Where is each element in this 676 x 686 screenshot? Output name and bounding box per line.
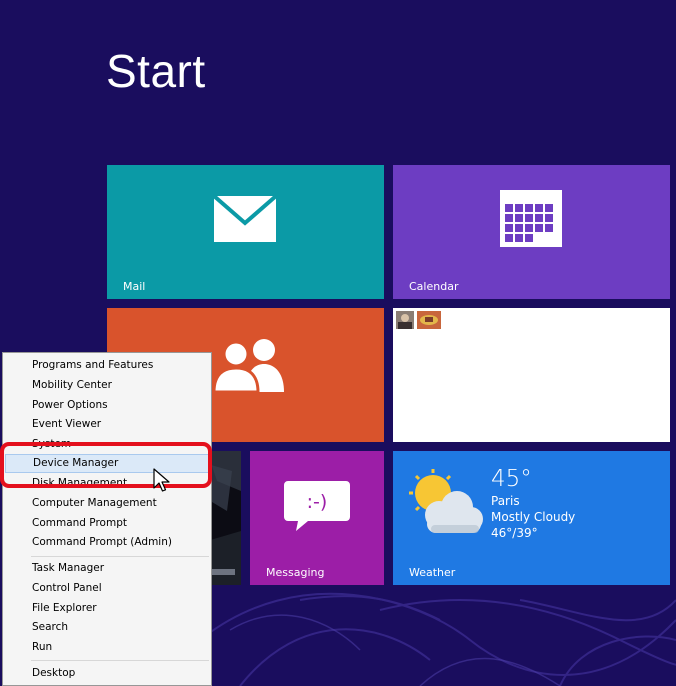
weather-city: Paris: [491, 494, 520, 508]
winx-context-menu: Programs and Features Mobility Center Po…: [2, 352, 212, 686]
menu-separator: [31, 660, 209, 661]
menu-item-event-viewer[interactable]: Event Viewer: [5, 415, 210, 434]
menu-item-search[interactable]: Search: [5, 618, 210, 637]
weather-condition: Mostly Cloudy: [491, 510, 576, 524]
start-title: Start: [106, 45, 206, 97]
mail-tile-label: Mail: [123, 280, 146, 293]
mail-tile[interactable]: Mail: [107, 165, 384, 299]
calendar-tile[interactable]: Calendar: [393, 165, 670, 299]
messaging-tile-label: Messaging: [266, 566, 325, 579]
menu-item-programs-and-features[interactable]: Programs and Features: [5, 356, 210, 375]
people-icon: [212, 339, 284, 392]
menu-item-run[interactable]: Run: [5, 638, 210, 657]
weather-tile-label: Weather: [409, 566, 456, 579]
menu-item-task-manager[interactable]: Task Manager: [5, 559, 210, 578]
weather-tile[interactable]: 45° Paris Mostly Cloudy 46°/39° Weather: [393, 451, 670, 585]
menu-item-command-prompt-admin[interactable]: Command Prompt (Admin): [5, 533, 210, 552]
calendar-icon: [500, 190, 562, 247]
menu-item-desktop[interactable]: Desktop: [5, 664, 210, 683]
menu-item-power-options[interactable]: Power Options: [5, 396, 210, 415]
menu-item-mobility-center[interactable]: Mobility Center: [5, 376, 210, 395]
weather-info: 45° Paris Mostly Cloudy 46°/39°: [491, 465, 575, 541]
photos-tile[interactable]: [393, 308, 670, 442]
partly-cloudy-icon: [409, 469, 483, 533]
calendar-tile-label: Calendar: [409, 280, 459, 293]
menu-item-command-prompt[interactable]: Command Prompt: [5, 514, 210, 533]
avatar: [417, 311, 441, 329]
menu-item-control-panel[interactable]: Control Panel: [5, 579, 210, 598]
avatar: [396, 311, 414, 329]
weather-range: 46°/39°: [491, 526, 538, 540]
highlight-annotation: [0, 442, 212, 488]
menu-item-file-explorer[interactable]: File Explorer: [5, 599, 210, 618]
svg-text::-): :-): [307, 491, 328, 513]
mail-icon: [213, 195, 277, 242]
menu-item-computer-management[interactable]: Computer Management: [5, 494, 210, 513]
weather-temperature: 45°: [491, 466, 532, 492]
messaging-icon: :-): [284, 481, 350, 531]
mouse-cursor-icon: [153, 468, 170, 492]
menu-separator: [31, 556, 209, 557]
messaging-tile[interactable]: :-) Messaging: [250, 451, 384, 585]
